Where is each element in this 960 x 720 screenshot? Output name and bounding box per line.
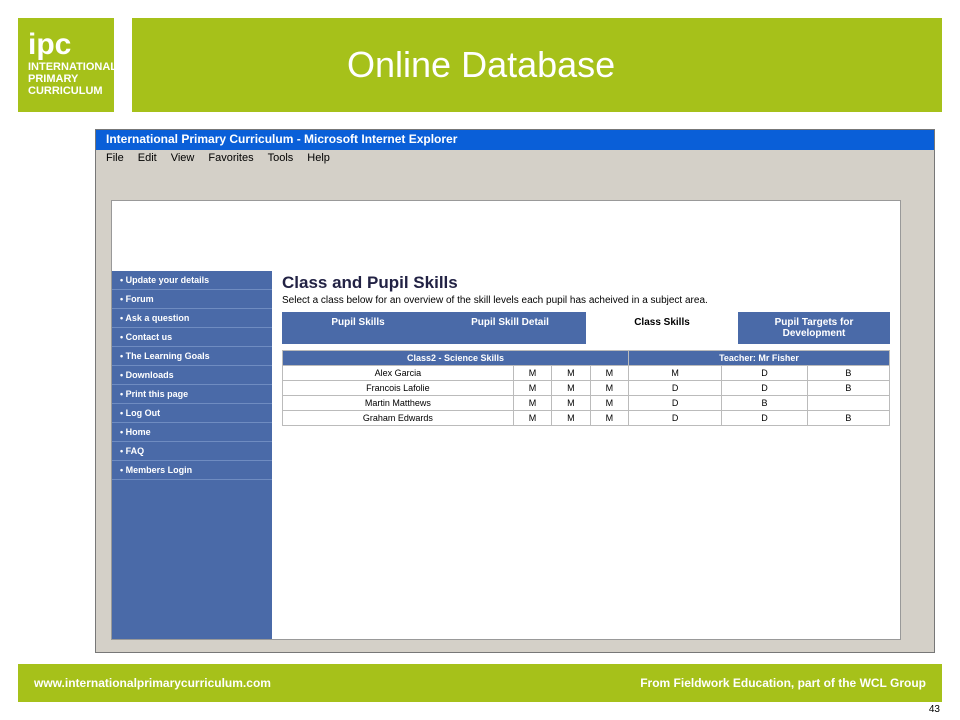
table-cell: B (721, 395, 808, 411)
table-cell: M (589, 395, 630, 411)
table-cell (806, 395, 891, 411)
table-cell: M (589, 380, 630, 396)
menu-item[interactable]: Help (307, 152, 330, 164)
page-description: Select a class below for an overview of … (282, 295, 708, 306)
table-cell: Francois Lafolie (282, 380, 514, 396)
table-cell: Alex Garcia (282, 365, 514, 381)
table-cell: D (721, 380, 808, 396)
nav-item[interactable]: • Contact us (112, 328, 272, 347)
table-cell: M (512, 410, 553, 426)
menu-item[interactable]: Favorites (208, 152, 253, 164)
menu-bar: File Edit View Favorites Tools Help (96, 150, 934, 170)
nav-item[interactable]: • Print this page (112, 385, 272, 404)
table-cell: D (628, 410, 723, 426)
menu-item[interactable]: Edit (138, 152, 157, 164)
nav-item[interactable]: • Home (112, 423, 272, 442)
ipc-logo: ipc INTERNATIONAL PRIMARY CURRICULUM (18, 18, 117, 112)
main-panel: Class and Pupil Skills Select a class be… (281, 271, 891, 426)
nav-item[interactable]: • Forum (112, 290, 272, 309)
tab-bar: Pupil Skills Pupil Skill Detail Class Skil… (282, 312, 890, 344)
table-cell: D (628, 380, 723, 396)
table-cell: M (512, 395, 553, 411)
tab[interactable]: Pupil Skills (282, 312, 434, 344)
table-cell: M (512, 365, 553, 381)
table-cell: D (721, 365, 808, 381)
table-cell: B (806, 410, 891, 426)
nav-item[interactable]: • Members Login (112, 461, 272, 480)
nav-item[interactable]: • FAQ (112, 442, 272, 461)
nav-item[interactable]: • Downloads (112, 366, 272, 385)
table-cell: B (806, 380, 891, 396)
table-cell: D (721, 410, 808, 426)
footer: www.internationalprimarycurriculum.com Fr… (18, 664, 942, 702)
slide-title: Online Database (132, 18, 942, 112)
nav-item[interactable]: • The Learning Goals (112, 347, 272, 366)
nav-item[interactable]: • Ask a question (112, 309, 272, 328)
web-page: • Update your details • Forum • Ask a ques… (111, 200, 901, 640)
table-cell: M (589, 365, 630, 381)
table-cell: Graham Edwards (282, 410, 514, 426)
table-row: Graham Edwards M M M D D B (282, 410, 891, 426)
page-heading: Class and Pupil Skills (282, 273, 458, 292)
tab[interactable]: Pupil Targets for Development (738, 312, 890, 344)
tab[interactable]: Pupil Skill Detail (434, 312, 586, 344)
table-row: Francois Lafolie M M M D D B (282, 380, 891, 396)
table-cell: M (628, 365, 723, 381)
table-row: Martin Matthews M M M D B (282, 395, 891, 411)
page-number: 43 (928, 704, 940, 715)
table-row: Alex Garcia M M M M D B (282, 365, 891, 381)
nav-item[interactable]: • Log Out (112, 404, 272, 423)
nav-item[interactable]: • Update your details (112, 271, 272, 290)
menu-item[interactable]: View (171, 152, 195, 164)
table-cell: M (551, 365, 591, 381)
table-cell: Martin Matthews (282, 395, 514, 411)
browser-window: International Primary Curriculum - Micro… (95, 129, 935, 653)
window-title: International Primary Curriculum - Micro… (96, 130, 934, 150)
table-cell: M (512, 380, 553, 396)
menu-item[interactable]: File (106, 152, 124, 164)
table-cell: M (551, 410, 591, 426)
table-cell: D (628, 395, 723, 411)
table-cell: M (589, 410, 630, 426)
table-cell: M (551, 395, 591, 411)
table-cell: B (806, 365, 891, 381)
skills-table: Class2 - Science Skills Teacher: Mr Fishe… (281, 350, 891, 426)
sidebar-nav: • Update your details • Forum • Ask a ques… (112, 271, 272, 639)
table-cell: M (551, 380, 591, 396)
tab[interactable]: Class Skills (586, 312, 738, 344)
menu-item[interactable]: Tools (268, 152, 294, 164)
